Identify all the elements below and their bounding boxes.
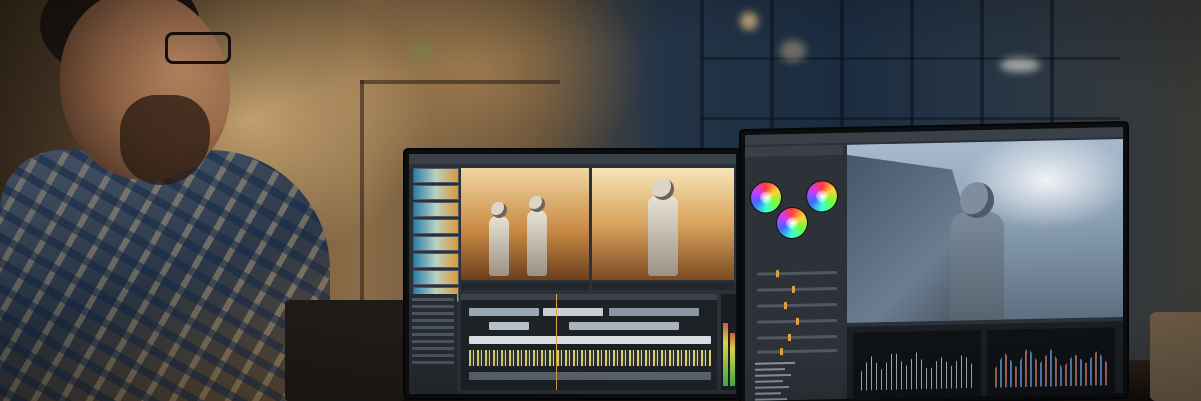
list-item[interactable]: [755, 398, 787, 401]
video-clip[interactable]: [469, 308, 539, 316]
project-panel: [409, 294, 457, 394]
astronaut-figure: [527, 196, 547, 276]
grading-slider[interactable]: [757, 348, 837, 356]
list-item[interactable]: [755, 368, 785, 371]
plaid-shirt: [0, 150, 330, 401]
studio-speaker-right: [1150, 312, 1201, 401]
list-item[interactable]: [755, 361, 795, 365]
color-grading-screen: [745, 127, 1123, 401]
grading-slider[interactable]: [757, 270, 837, 278]
video-scopes: [847, 320, 1123, 401]
audio-meter-right: [730, 333, 735, 386]
video-track: [469, 336, 711, 344]
video-track: [469, 322, 711, 330]
audio-meters: [721, 294, 736, 390]
media-thumbnail[interactable]: [413, 236, 459, 251]
media-thumbnail[interactable]: [413, 168, 459, 183]
video-clip[interactable]: [609, 308, 699, 316]
color-wheel-highlights[interactable]: [807, 181, 837, 212]
video-clip[interactable]: [569, 322, 679, 330]
astronaut-figure: [489, 202, 509, 276]
grading-slider[interactable]: [757, 302, 837, 310]
playhead[interactable]: [556, 294, 557, 390]
media-thumbnail[interactable]: [413, 253, 459, 268]
color-panel: [745, 144, 843, 401]
studio-speaker-left: [285, 300, 405, 401]
background-shelf: [360, 80, 560, 84]
menu-bar: [409, 154, 736, 164]
timeline-panel[interactable]: [461, 294, 717, 390]
video-clip[interactable]: [469, 336, 711, 344]
media-thumbnails: [413, 168, 459, 302]
astronaut-figure: [942, 181, 1012, 323]
program-viewer[interactable]: [592, 168, 734, 280]
bokeh-light: [780, 40, 806, 62]
color-wheel-midtones[interactable]: [777, 207, 807, 239]
astronaut-figure: [648, 178, 678, 276]
monitor-left: [405, 150, 740, 398]
list-item[interactable]: [755, 373, 791, 377]
video-track: [469, 308, 711, 316]
media-thumbnail[interactable]: [413, 202, 459, 217]
grading-slider[interactable]: [757, 333, 837, 342]
media-thumbnail[interactable]: [413, 219, 459, 234]
color-wheel-shadows[interactable]: [751, 182, 781, 213]
parade-scope: [987, 327, 1115, 396]
source-viewer[interactable]: [461, 168, 589, 280]
bokeh-light: [1000, 58, 1040, 72]
audio-clip[interactable]: [469, 372, 711, 380]
timeline-ruler[interactable]: [461, 294, 717, 300]
media-thumbnail[interactable]: [413, 185, 459, 200]
video-clip[interactable]: [543, 308, 603, 316]
waveform-scope: [853, 330, 981, 399]
background-shelf-post: [360, 80, 364, 300]
graded-preview-viewer[interactable]: [847, 138, 1123, 323]
bokeh-light: [740, 12, 758, 30]
photo-scene: [0, 0, 1201, 401]
source-transport-controls[interactable]: [461, 282, 589, 290]
monitor-right: [741, 122, 1127, 401]
plant-blur: [410, 40, 432, 62]
list-item[interactable]: [755, 380, 783, 383]
media-thumbnail[interactable]: [413, 270, 459, 285]
audio-meter-left: [723, 323, 728, 386]
program-transport-controls[interactable]: [592, 282, 734, 290]
grading-slider[interactable]: [757, 285, 837, 293]
audio-track: [469, 372, 711, 380]
video-clip[interactable]: [489, 322, 529, 330]
grading-slider[interactable]: [757, 317, 837, 325]
list-item[interactable]: [755, 392, 781, 395]
glasses: [165, 32, 231, 64]
panel-title: [745, 144, 843, 157]
video-editor-screen: [409, 154, 736, 394]
audio-track[interactable]: [469, 350, 711, 366]
list-item[interactable]: [755, 386, 789, 389]
